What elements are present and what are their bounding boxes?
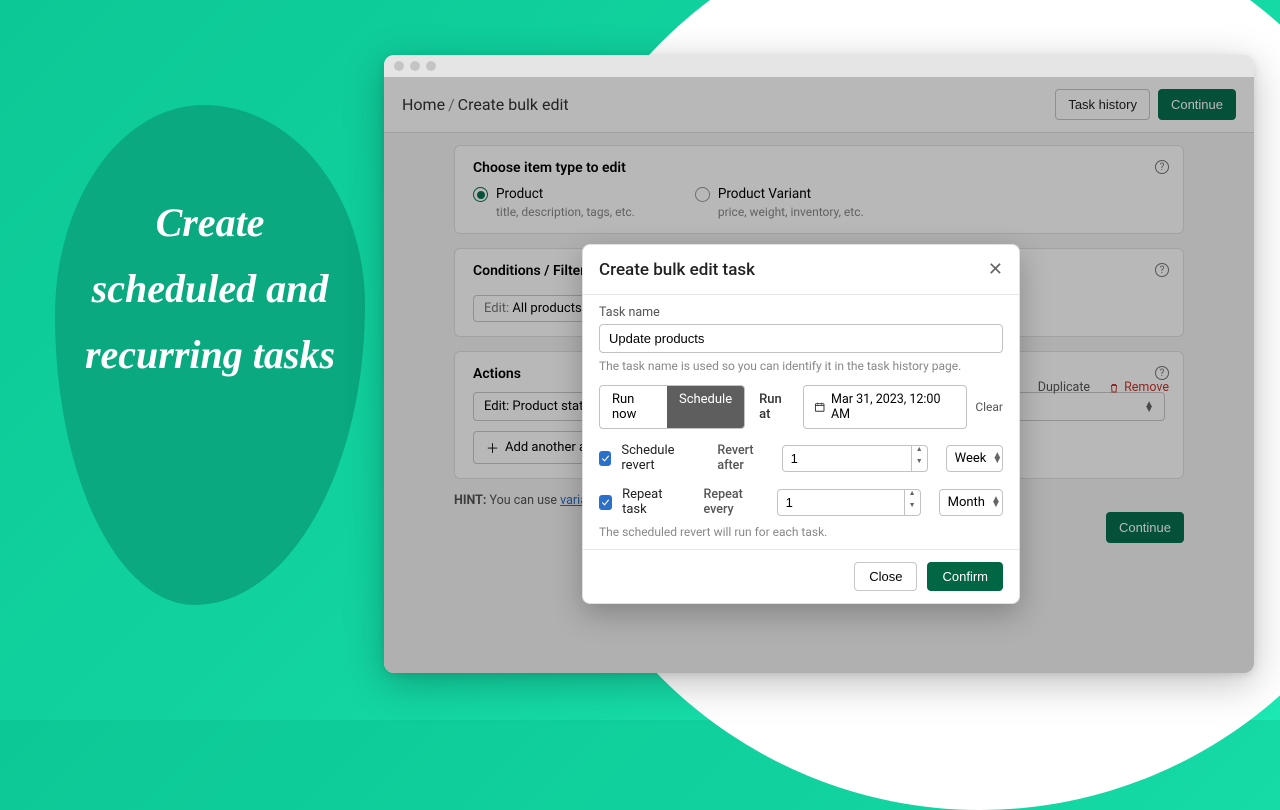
window-min-dot[interactable]: [410, 61, 420, 71]
radio-variant-label: Product Variant: [718, 186, 864, 202]
task-name-input[interactable]: [599, 324, 1003, 353]
repeat-unit-value: Month: [948, 495, 985, 510]
modal-title: Create bulk edit task: [599, 260, 755, 280]
modal-close-button[interactable]: Close: [854, 562, 917, 591]
conditions-value: All products: [512, 301, 581, 316]
choose-type-title: Choose item type to edit: [473, 160, 1165, 176]
repeat-help-text: The scheduled revert will run for each t…: [599, 525, 1003, 539]
create-task-modal: Create bulk edit task ✕ Task name The ta…: [582, 244, 1020, 604]
trash-icon: [1108, 382, 1120, 394]
breadcrumb-separator: /: [448, 95, 455, 114]
chevron-updown-icon: ▲▼: [1144, 402, 1154, 412]
check-icon: [600, 453, 611, 464]
task-name-label: Task name: [599, 305, 1003, 320]
chevron-updown-icon: ▲▼: [992, 453, 1002, 463]
task-history-button[interactable]: Task history: [1055, 89, 1150, 120]
task-name-help: The task name is used so you can identif…: [599, 359, 1003, 373]
hint-prefix: HINT:: [454, 493, 486, 508]
schedule-revert-checkbox[interactable]: [599, 451, 611, 466]
chevron-down-icon: ▼: [905, 502, 920, 515]
revert-unit-value: Week: [955, 451, 987, 466]
radio-product-variant[interactable]: Product Variant price, weight, inventory…: [695, 186, 864, 219]
clear-date-link[interactable]: Clear: [975, 400, 1003, 414]
run-at-datepicker[interactable]: Mar 31, 2023, 12:00 AM: [803, 385, 968, 429]
duplicate-action[interactable]: Duplicate: [1038, 380, 1090, 395]
remove-action-label: Remove: [1124, 380, 1169, 395]
revert-after-stepper[interactable]: ▲▼: [912, 445, 928, 472]
check-icon: [600, 497, 611, 508]
repeat-every-stepper[interactable]: ▲▼: [905, 489, 921, 516]
app-header: Home/Create bulk edit Task history Conti…: [384, 77, 1254, 133]
action-edit-prefix: Edit:: [484, 399, 509, 414]
schedule-option[interactable]: Schedule: [667, 386, 744, 428]
choose-item-type-card: ? Choose item type to edit Product title…: [454, 145, 1184, 234]
hint-body: You can use: [490, 493, 561, 508]
radio-product[interactable]: Product title, description, tags, etc.: [473, 186, 635, 219]
revert-after-input[interactable]: [782, 445, 912, 472]
breadcrumb: Home/Create bulk edit: [402, 95, 569, 114]
close-icon[interactable]: ✕: [988, 259, 1003, 280]
window-titlebar: [384, 55, 1254, 77]
revert-after-label: Revert after: [717, 443, 771, 473]
repeat-unit-select[interactable]: Month ▲▼: [939, 489, 1003, 516]
run-now-option[interactable]: Run now: [600, 386, 667, 428]
repeat-task-checkbox[interactable]: [599, 495, 612, 510]
continue-bottom-button[interactable]: Continue: [1106, 512, 1184, 543]
edit-prefix: Edit:: [484, 301, 509, 316]
help-icon[interactable]: ?: [1155, 366, 1169, 380]
modal-confirm-button[interactable]: Confirm: [927, 562, 1003, 591]
repeat-task-label: Repeat task: [622, 487, 681, 517]
schedule-revert-label: Schedule revert: [621, 443, 695, 473]
radio-product-desc: title, description, tags, etc.: [496, 205, 635, 219]
radio-unselected-icon: [695, 187, 710, 202]
breadcrumb-current: Create bulk edit: [458, 95, 569, 114]
run-at-label: Run at: [759, 392, 795, 422]
breadcrumb-home[interactable]: Home: [402, 95, 445, 114]
chevron-updown-icon: ▲▼: [991, 497, 1001, 507]
radio-selected-icon: [473, 187, 488, 202]
help-icon[interactable]: ?: [1155, 160, 1169, 174]
run-at-value: Mar 31, 2023, 12:00 AM: [831, 392, 956, 422]
chevron-down-icon: ▼: [912, 458, 927, 471]
remove-action[interactable]: Remove: [1108, 380, 1169, 395]
revert-unit-select[interactable]: Week ▲▼: [946, 445, 1003, 472]
run-mode-segment: Run now Schedule: [599, 385, 745, 429]
continue-button[interactable]: Continue: [1158, 89, 1236, 120]
repeat-every-input[interactable]: [777, 489, 905, 516]
promo-headline: Create scheduled and recurring tasks: [70, 190, 350, 388]
calendar-icon: [814, 401, 825, 413]
window-close-dot[interactable]: [394, 61, 404, 71]
repeat-every-label: Repeat every: [704, 487, 767, 517]
help-icon[interactable]: ?: [1155, 263, 1169, 277]
radio-product-label: Product: [496, 186, 635, 202]
plus-icon: ＋: [486, 438, 499, 457]
radio-variant-desc: price, weight, inventory, etc.: [718, 205, 864, 219]
conditions-summary-pill[interactable]: Edit: All products: [473, 295, 593, 322]
window-max-dot[interactable]: [426, 61, 436, 71]
